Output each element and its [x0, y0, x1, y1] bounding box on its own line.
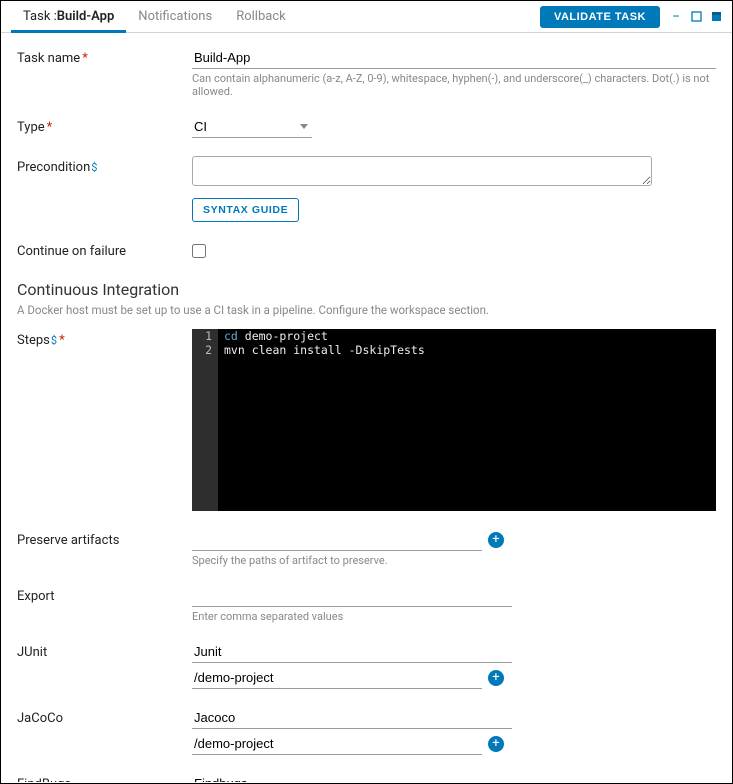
- row-jacoco: JaCoCo +: [17, 707, 716, 755]
- required-marker: *: [59, 333, 65, 348]
- type-select-wrap: [192, 116, 312, 138]
- jacoco-path-input[interactable]: [192, 733, 482, 755]
- steps-label-text: Steps: [17, 333, 50, 348]
- task-name-helper: Can contain alphanumeric (a-z, A-Z, 0-9)…: [192, 72, 716, 98]
- restore-icon[interactable]: [690, 11, 702, 23]
- findbugs-name-input[interactable]: [192, 773, 512, 782]
- binding-icon[interactable]: $: [51, 334, 57, 347]
- precondition-input[interactable]: [192, 156, 652, 186]
- findbugs-label: FindBugs: [17, 773, 192, 782]
- findbugs-field: +: [192, 773, 716, 782]
- maximize-icon[interactable]: [710, 11, 722, 23]
- header-actions: VALIDATE TASK −: [540, 6, 722, 28]
- type-label-text: Type: [17, 120, 45, 135]
- task-name-label: Task name*: [17, 47, 192, 98]
- tab-task-name: Build-App: [57, 9, 115, 24]
- required-marker: *: [82, 51, 88, 66]
- row-task-name: Task name* Can contain alphanumeric (a-z…: [17, 47, 716, 98]
- required-marker: *: [47, 120, 53, 135]
- jacoco-label: JaCoCo: [17, 707, 192, 755]
- header-bar: Task : Build-App Notifications Rollback …: [1, 1, 732, 33]
- syntax-guide-button[interactable]: SYNTAX GUIDE: [192, 198, 299, 222]
- precondition-label: Precondition$: [17, 156, 192, 222]
- row-precondition: Precondition$ SYNTAX GUIDE: [17, 156, 716, 222]
- code-text: mvn clean install -DskipTests: [218, 343, 425, 357]
- precondition-label-text: Precondition: [17, 160, 90, 175]
- type-select[interactable]: [192, 116, 312, 138]
- binding-icon[interactable]: $: [91, 161, 97, 174]
- preserve-input[interactable]: [192, 529, 482, 551]
- jacoco-field: +: [192, 707, 716, 755]
- tab-rollback[interactable]: Rollback: [224, 1, 298, 32]
- steps-field: 1 cd demo-project 2mvn clean install -Dski…: [192, 329, 716, 511]
- preserve-field: + Specify the paths of artifact to prese…: [192, 529, 716, 567]
- junit-field: +: [192, 641, 716, 689]
- steps-code-editor[interactable]: 1 cd demo-project 2mvn clean install -Dski…: [192, 329, 716, 511]
- junit-name-input[interactable]: [192, 641, 512, 663]
- export-helper: Enter comma separated values: [192, 610, 716, 623]
- row-type: Type*: [17, 116, 716, 138]
- line-number: 1: [192, 329, 218, 343]
- minimize-icon[interactable]: −: [670, 11, 682, 23]
- preserve-helper: Specify the paths of artifact to preserv…: [192, 554, 716, 567]
- add-icon[interactable]: +: [488, 670, 504, 686]
- content-area: Task name* Can contain alphanumeric (a-z…: [1, 33, 732, 782]
- preserve-label: Preserve artifacts: [17, 529, 192, 567]
- junit-label: JUnit: [17, 641, 192, 689]
- line-number: 2: [192, 343, 218, 357]
- task-name-field: Can contain alphanumeric (a-z, A-Z, 0-9)…: [192, 47, 716, 98]
- window-controls: −: [670, 11, 722, 23]
- export-label: Export: [17, 585, 192, 623]
- junit-path-input[interactable]: [192, 667, 482, 689]
- row-export: Export Enter comma separated values: [17, 585, 716, 623]
- continue-on-failure-checkbox[interactable]: [192, 244, 206, 258]
- export-field: Enter comma separated values: [192, 585, 716, 623]
- ci-section-desc: A Docker host must be set up to use a CI…: [17, 303, 716, 317]
- validate-task-button[interactable]: VALIDATE TASK: [540, 6, 660, 28]
- tabs: Task : Build-App Notifications Rollback: [11, 1, 298, 32]
- row-preserve: Preserve artifacts + Specify the paths o…: [17, 529, 716, 567]
- row-findbugs: FindBugs +: [17, 773, 716, 782]
- tab-notifications[interactable]: Notifications: [126, 1, 224, 32]
- continue-label: Continue on failure: [17, 240, 192, 262]
- steps-label: Steps$*: [17, 329, 192, 511]
- type-field: [192, 116, 716, 138]
- jacoco-name-input[interactable]: [192, 707, 512, 729]
- row-steps: Steps$* 1 cd demo-project 2mvn clean insta…: [17, 329, 716, 511]
- type-label: Type*: [17, 116, 192, 138]
- export-input[interactable]: [192, 585, 512, 607]
- row-continue: Continue on failure: [17, 240, 716, 262]
- continue-field: [192, 240, 716, 262]
- tab-task-prefix: Task :: [23, 9, 57, 24]
- code-text: demo-project: [238, 329, 328, 343]
- code-keyword: cd: [224, 329, 238, 343]
- add-icon[interactable]: +: [488, 736, 504, 752]
- row-junit: JUnit +: [17, 641, 716, 689]
- ci-section-title: Continuous Integration: [17, 280, 716, 299]
- precondition-field: SYNTAX GUIDE: [192, 156, 716, 222]
- task-name-input[interactable]: [192, 47, 716, 69]
- ci-section: Continuous Integration A Docker host mus…: [17, 280, 716, 317]
- task-name-label-text: Task name: [17, 51, 80, 66]
- tab-task[interactable]: Task : Build-App: [11, 1, 126, 32]
- add-icon[interactable]: +: [488, 532, 504, 548]
